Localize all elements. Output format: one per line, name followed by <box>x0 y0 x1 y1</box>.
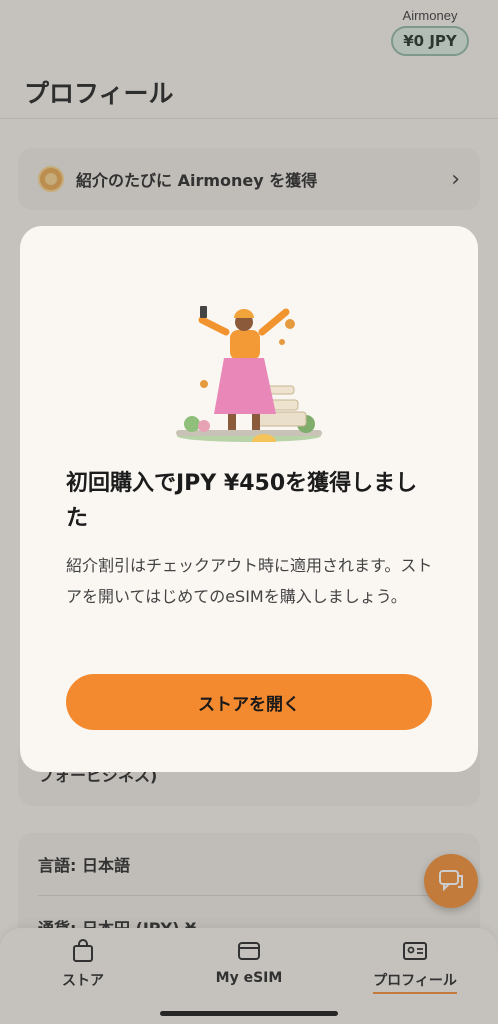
open-store-button[interactable]: ストアを開く <box>66 674 432 730</box>
celebration-illustration <box>176 306 322 442</box>
modal-title: 初回購入でJPY ¥450を獲得しました <box>66 471 418 531</box>
reward-modal: 初回購入でJPY ¥450を獲得しました 紹介割引はチェックアウト時に適用されま… <box>20 226 478 772</box>
modal-body: 紹介割引はチェックアウト時に適用されます。ストアを開いてはじめてのeSIMを購入… <box>66 556 433 606</box>
